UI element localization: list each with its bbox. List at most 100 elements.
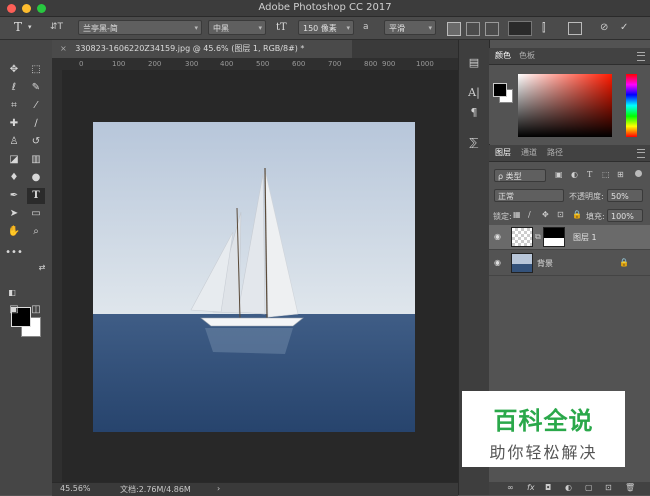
paragraph-panel-icon[interactable]: ¶	[465, 106, 483, 122]
lock-position-icon[interactable]: ✥	[542, 210, 549, 219]
zoom-level[interactable]: 45.56%	[60, 484, 91, 493]
path-select-icon[interactable]: ➤	[5, 206, 23, 222]
chevron-down-icon: ▾	[346, 24, 350, 32]
lock-all-icon[interactable]: 🔒	[572, 210, 582, 219]
layer-mask-thumbnail[interactable]	[543, 227, 565, 247]
filter-shape-icon[interactable]: ⬚	[602, 170, 610, 179]
color-panel-menu-icon[interactable]	[637, 52, 645, 61]
document-tab[interactable]: × 330823-1606220Z34159.jpg @ 45.6% (图层 1…	[52, 40, 352, 58]
fill-label: 填充:	[586, 212, 605, 221]
lasso-tool-icon[interactable]: ℓ	[5, 80, 23, 96]
color-spectrum-field[interactable]	[518, 74, 612, 137]
blend-mode-select[interactable]: 正常	[494, 189, 564, 202]
tab-paths[interactable]: 路径	[547, 147, 563, 158]
marquee-tool-icon[interactable]: ⬚	[27, 62, 45, 78]
text-tool-icon[interactable]: T	[14, 20, 22, 35]
text-color-swatch[interactable]	[508, 21, 532, 36]
lock-artboard-icon[interactable]: ⊡	[557, 210, 564, 219]
layer-row-background[interactable]: ◉ 背景 🔒	[489, 251, 650, 276]
app-title: Adobe Photoshop CC 2017	[258, 2, 392, 13]
character-panel-icon[interactable]: A|	[465, 86, 483, 102]
filter-type-icon[interactable]: T	[587, 170, 592, 179]
color-foreground-swatch[interactable]	[493, 83, 507, 97]
history-brush-icon[interactable]: ↺	[27, 134, 45, 150]
warp-text-icon[interactable]: ⫿	[542, 20, 546, 35]
tab-channels[interactable]: 通道	[521, 147, 537, 158]
layer-row-1[interactable]: ◉ ⧉ 图层 1	[489, 225, 650, 250]
clone-stamp-icon[interactable]: ♙	[5, 134, 23, 150]
healing-brush-icon[interactable]: ✚	[5, 116, 23, 132]
character-panel-icon[interactable]	[568, 22, 582, 35]
tool-preset-chevron-icon[interactable]: ▾	[28, 20, 32, 35]
anti-alias-value: 平滑	[389, 24, 405, 33]
hand-tool-icon[interactable]: ✋	[5, 224, 23, 240]
gradient-tool-icon[interactable]: ▥	[27, 152, 45, 168]
pen-tool-icon[interactable]: ✒	[5, 188, 23, 204]
font-size-select[interactable]: 150 像素 ▾	[298, 20, 354, 35]
default-colors-icon[interactable]: ◧	[3, 285, 21, 301]
layer-filter-select[interactable]: ρ 类型	[494, 169, 546, 182]
align-center-icon[interactable]	[466, 22, 480, 36]
rectangle-tool-icon[interactable]: ▭	[27, 206, 45, 222]
link-layers-icon[interactable]: ∞	[507, 483, 514, 492]
filter-smart-icon[interactable]: ⊞	[617, 170, 624, 179]
align-left-icon[interactable]	[447, 22, 461, 36]
hue-slider[interactable]	[626, 74, 637, 137]
layers-bottom-bar: ∞ fx ◘ ◐ ▢ ⊡ 🗑	[489, 482, 650, 495]
tab-swatches[interactable]: 色板	[519, 50, 535, 61]
anti-alias-select[interactable]: 平滑 ▾	[384, 20, 436, 35]
cancel-edit-icon[interactable]: ⊘	[600, 20, 608, 35]
screen-mode-icon[interactable]: ◫	[27, 302, 45, 318]
tab-color[interactable]: 颜色	[495, 50, 511, 61]
delete-layer-icon[interactable]: 🗑	[625, 483, 635, 492]
glyphs-panel-icon[interactable]: ⅀	[465, 136, 483, 152]
history-panel-icon[interactable]: ▤	[465, 56, 483, 72]
crop-tool-icon[interactable]: ⌗	[5, 98, 23, 114]
filter-adjust-icon[interactable]: ◐	[571, 170, 578, 179]
zoom-tool-icon[interactable]: ⌕	[27, 224, 45, 240]
eyedropper-tool-icon[interactable]: ⁄	[27, 98, 45, 114]
commit-edit-icon[interactable]: ✓	[620, 20, 628, 35]
ruler-tick: 300	[185, 60, 199, 68]
tab-layers[interactable]: 图层	[495, 147, 511, 158]
visibility-eye-icon[interactable]: ◉	[494, 232, 501, 241]
lock-pixels-icon[interactable]: ∕	[528, 210, 531, 219]
document-image[interactable]	[93, 122, 415, 432]
align-right-icon[interactable]	[485, 22, 499, 36]
quick-mask-icon[interactable]: ▣	[5, 302, 23, 318]
fill-field[interactable]: 100%	[607, 209, 643, 222]
filter-toggle-icon[interactable]	[635, 170, 642, 177]
dodge-tool-icon[interactable]: ●	[27, 170, 45, 186]
more-tools-icon[interactable]: •••	[5, 245, 23, 261]
color-panel: 颜色 色板	[489, 48, 650, 144]
close-tab-icon[interactable]: ×	[60, 44, 67, 53]
mask-link-icon[interactable]: ⧉	[535, 232, 541, 242]
filter-pixel-icon[interactable]: ▣	[555, 170, 563, 179]
eraser-tool-icon[interactable]: ◪	[5, 152, 23, 168]
layer-thumbnail	[511, 253, 533, 273]
swap-colors-icon[interactable]: ⇄	[33, 260, 51, 276]
font-style-value: 中黑	[213, 24, 229, 33]
move-tool-icon[interactable]: ✥	[5, 62, 23, 78]
add-mask-icon[interactable]: ◘	[545, 483, 551, 492]
type-tool-icon[interactable]: T	[27, 188, 45, 204]
blur-tool-icon[interactable]: ♦	[5, 170, 23, 186]
new-group-icon[interactable]: ▢	[585, 483, 593, 492]
font-style-select[interactable]: 中黑 ▾	[208, 20, 266, 35]
options-bar: T ▾ ⇵T 兰亭黑-简 ▾ 中黑 ▾ tT 150 像素 ▾ a 平滑 ▾ ⫿…	[0, 17, 650, 40]
layer-style-icon[interactable]: fx	[527, 483, 535, 492]
text-orientation-icon[interactable]: ⇵T	[50, 20, 63, 35]
color-panel-tabs: 颜色 色板	[489, 48, 650, 65]
opacity-label: 不透明度:	[569, 192, 604, 201]
opacity-field[interactable]: 50%	[607, 189, 643, 202]
lock-transparent-icon[interactable]: ▦	[513, 210, 521, 219]
layers-panel-menu-icon[interactable]	[637, 149, 645, 158]
font-family-select[interactable]: 兰亭黑-简 ▾	[78, 20, 202, 35]
visibility-eye-icon[interactable]: ◉	[494, 258, 501, 267]
ruler-tick: 0	[79, 60, 84, 68]
adjustment-layer-icon[interactable]: ◐	[565, 483, 572, 492]
quick-select-tool-icon[interactable]: ✎	[27, 80, 45, 96]
brush-tool-icon[interactable]: ∕	[27, 116, 45, 132]
status-menu-arrow-icon[interactable]: ›	[217, 484, 220, 493]
new-layer-icon[interactable]: ⊡	[605, 483, 612, 492]
